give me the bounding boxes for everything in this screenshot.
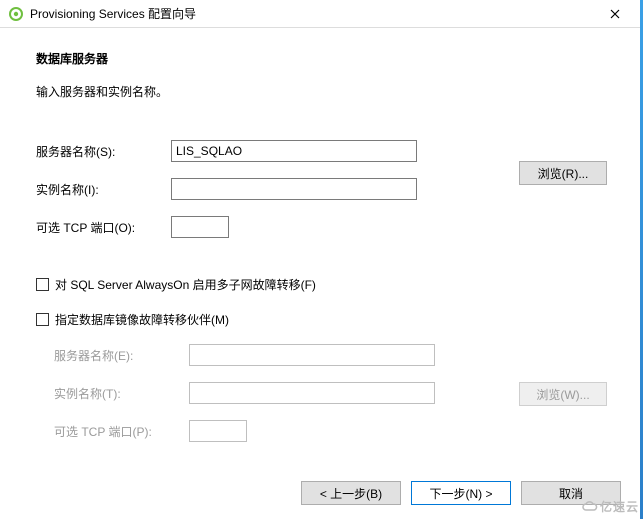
app-icon <box>8 6 24 22</box>
mirror-instance-name-label: 实例名称(T): <box>54 385 189 402</box>
content-area: 数据库服务器 输入服务器和实例名称。 服务器名称(S): 浏览(R)... 实例… <box>0 28 643 442</box>
server-name-input[interactable] <box>171 140 417 162</box>
mirror-browse-button: 浏览(W)... <box>519 382 607 406</box>
back-button[interactable]: < 上一步(B) <box>301 481 401 505</box>
alwayson-checkbox-label: 对 SQL Server AlwaysOn 启用多子网故障转移(F) <box>55 276 316 293</box>
instance-name-label: 实例名称(I): <box>36 181 171 198</box>
tcp-port-input[interactable] <box>171 216 229 238</box>
page-subtext: 输入服务器和实例名称。 <box>36 83 613 100</box>
checkbox-icon <box>36 278 49 291</box>
mirror-server-name-input <box>189 344 435 366</box>
mirror-instance-name-input <box>189 382 435 404</box>
close-button[interactable] <box>595 3 635 25</box>
server-name-label: 服务器名称(S): <box>36 143 171 160</box>
mirror-server-name-label: 服务器名称(E): <box>54 347 189 364</box>
cloud-icon <box>582 501 598 513</box>
window-title: Provisioning Services 配置向导 <box>30 5 595 22</box>
mirror-checkbox-row[interactable]: 指定数据库镜像故障转移伙伴(M) <box>36 311 613 328</box>
alwayson-checkbox-row[interactable]: 对 SQL Server AlwaysOn 启用多子网故障转移(F) <box>36 276 613 293</box>
server-name-row: 服务器名称(S): 浏览(R)... <box>36 140 613 162</box>
mirror-tcp-port-label: 可选 TCP 端口(P): <box>54 423 189 440</box>
mirror-checkbox-label: 指定数据库镜像故障转移伙伴(M) <box>55 311 229 328</box>
watermark-text: 亿速云 <box>600 498 639 515</box>
mirror-tcp-port-input <box>189 420 247 442</box>
titlebar: Provisioning Services 配置向导 <box>0 0 643 28</box>
mirror-server-name-row: 服务器名称(E): 浏览(W)... <box>54 344 613 366</box>
tcp-port-row: 可选 TCP 端口(O): <box>36 216 613 238</box>
instance-name-input[interactable] <box>171 178 417 200</box>
tcp-port-label: 可选 TCP 端口(O): <box>36 219 171 236</box>
browse-button[interactable]: 浏览(R)... <box>519 161 607 185</box>
mirror-fields: 服务器名称(E): 浏览(W)... 实例名称(T): 可选 TCP 端口(P)… <box>36 344 613 442</box>
mirror-tcp-port-row: 可选 TCP 端口(P): <box>54 420 613 442</box>
next-button[interactable]: 下一步(N) > <box>411 481 511 505</box>
footer-buttons: < 上一步(B) 下一步(N) > 取消 <box>301 481 621 505</box>
checkbox-icon <box>36 313 49 326</box>
page-heading: 数据库服务器 <box>36 50 613 67</box>
watermark: 亿速云 <box>582 498 639 515</box>
